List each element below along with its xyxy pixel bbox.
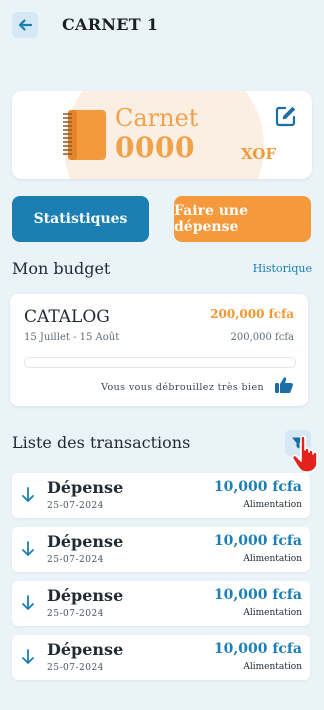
transaction-type: Dépense bbox=[47, 478, 124, 497]
budget-amount: 200,000 fcfa bbox=[210, 307, 294, 321]
transaction-type: Dépense bbox=[47, 586, 124, 605]
history-link[interactable]: Historique bbox=[253, 262, 312, 275]
transaction-category: Alimentation bbox=[243, 662, 302, 672]
arrow-down-icon bbox=[22, 649, 34, 664]
statistics-button[interactable]: Statistiques bbox=[12, 196, 149, 242]
hand-cursor-icon bbox=[291, 435, 318, 473]
top-bar: CARNET 1 bbox=[0, 0, 324, 52]
notebook-icon bbox=[63, 110, 106, 160]
arrow-down-icon bbox=[22, 487, 34, 502]
transaction-date: 25-07-2024 bbox=[47, 555, 104, 565]
transaction-date: 25-07-2024 bbox=[47, 663, 104, 673]
transaction-row[interactable]: Dépense 25-07-2024 10,000 fcfa Alimentation bbox=[12, 473, 310, 518]
transaction-category: Alimentation bbox=[243, 608, 302, 618]
carnet-label: Carnet bbox=[115, 104, 199, 132]
transaction-row[interactable]: Dépense 25-07-2024 10,000 fcfa Alimentation bbox=[12, 635, 310, 680]
transaction-amount: 10,000 fcfa bbox=[213, 533, 302, 549]
back-button[interactable] bbox=[12, 12, 38, 38]
budget-period: 15 Juillet - 15 Août bbox=[24, 332, 120, 343]
transaction-row[interactable]: Dépense 25-07-2024 10,000 fcfa Alimentation bbox=[12, 527, 310, 572]
budget-message: Vous vous débrouillez très bien bbox=[101, 382, 264, 393]
arrow-left-icon bbox=[18, 19, 33, 31]
budget-card[interactable]: CATALOG 200,000 fcfa 15 Juillet - 15 Aoû… bbox=[10, 294, 308, 406]
budget-progress-bar bbox=[24, 357, 296, 368]
page-title: CARNET 1 bbox=[62, 15, 159, 34]
transactions-section-title: Liste des transactions bbox=[12, 433, 191, 452]
transaction-type: Dépense bbox=[47, 640, 124, 659]
thumbs-up-icon bbox=[275, 377, 293, 393]
transaction-date: 25-07-2024 bbox=[47, 609, 104, 619]
transaction-row[interactable]: Dépense 25-07-2024 10,000 fcfa Alimentation bbox=[12, 581, 310, 626]
carnet-card: Carnet 0000 XOF bbox=[12, 91, 312, 179]
transaction-amount: 10,000 fcfa bbox=[213, 479, 302, 495]
budget-section-title: Mon budget bbox=[12, 259, 111, 278]
transaction-type: Dépense bbox=[47, 532, 124, 551]
transaction-category: Alimentation bbox=[243, 500, 302, 510]
budget-spent: 200,000 fcfa bbox=[230, 332, 295, 343]
add-expense-button[interactable]: Faire une dépense bbox=[174, 196, 311, 242]
edit-icon[interactable] bbox=[275, 105, 297, 127]
transaction-category: Alimentation bbox=[243, 554, 302, 564]
transaction-amount: 10,000 fcfa bbox=[213, 587, 302, 603]
currency-label: XOF bbox=[241, 145, 277, 163]
arrow-down-icon bbox=[22, 595, 34, 610]
transaction-date: 25-07-2024 bbox=[47, 501, 104, 511]
transaction-amount: 10,000 fcfa bbox=[213, 641, 302, 657]
budget-name: CATALOG bbox=[24, 307, 110, 327]
carnet-balance: 0000 bbox=[115, 131, 195, 164]
arrow-down-icon bbox=[22, 541, 34, 556]
